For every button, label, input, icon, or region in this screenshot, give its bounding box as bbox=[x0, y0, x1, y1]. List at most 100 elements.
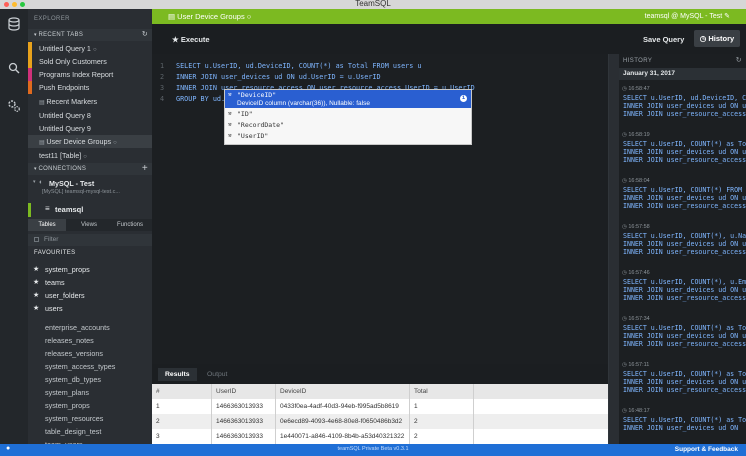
autocomplete-label: "UserID" bbox=[237, 132, 269, 140]
autocomplete-option[interactable]: ⚒ "UserID" bbox=[225, 131, 471, 141]
recent-tab-item[interactable]: ▤ Recent Markers bbox=[28, 95, 152, 108]
history-time-label: 16:48:17 bbox=[628, 408, 650, 414]
filter-checkbox[interactable] bbox=[34, 237, 39, 242]
table-cell: 1e440071-a846-4109-8b4b-a53d40321322 bbox=[276, 429, 410, 444]
history-entry[interactable]: ◷ 16:57:46 SELECT u.UserID, COUNT(*), u.… bbox=[619, 268, 746, 302]
history-time: ◷ 16:48:17 bbox=[622, 408, 650, 414]
history-time-label: 16:57:34 bbox=[628, 316, 650, 322]
table-item[interactable]: releases_notes bbox=[28, 334, 152, 347]
recent-tab-item[interactable]: Untitled Query 9 bbox=[28, 122, 152, 135]
recent-tab-item[interactable]: Push Endpoints bbox=[28, 81, 152, 94]
autocomplete-option[interactable]: ⚒ "ID" bbox=[225, 109, 471, 119]
column-header[interactable]: UserID bbox=[212, 384, 276, 399]
history-entry[interactable]: ◷ 16:58:19 SELECT u.UserID, COUNT(*) as … bbox=[619, 130, 746, 164]
history-button[interactable]: ◷ History bbox=[694, 30, 740, 47]
main-panel: ▤ User Device Groups ○ teamsql @ MySQL -… bbox=[152, 9, 746, 444]
recent-tab-label: Recent Markers bbox=[46, 97, 98, 106]
favourite-item[interactable]: ★ system_props bbox=[28, 263, 152, 276]
code-line: INNER JOIN user_devices ud ON ud.UserID … bbox=[176, 73, 381, 81]
history-time: ◷ 16:58:04 bbox=[622, 178, 650, 184]
recent-tab-item[interactable]: test11 [Table] ○ bbox=[28, 149, 152, 162]
tab-tables[interactable]: Tables bbox=[28, 219, 66, 231]
history-line: SELECT u.UserID, COUNT(*) as Tot bbox=[623, 140, 746, 148]
code-line: SELECT u.UserID, ud.DeviceID, COUNT(*) a… bbox=[176, 62, 422, 70]
autocomplete-option[interactable]: ⚒ "RecordDate" bbox=[225, 120, 471, 130]
favourite-item[interactable]: ★ teams bbox=[28, 276, 152, 289]
favourite-label: system_props bbox=[45, 265, 90, 274]
table-item[interactable]: system_db_types bbox=[28, 373, 152, 386]
database-icon[interactable] bbox=[5, 15, 23, 33]
execute-button[interactable]: ★ Execute bbox=[172, 35, 210, 44]
refresh-icon[interactable]: ↻ bbox=[142, 29, 148, 41]
sql-editor[interactable]: 1 SELECT u.UserID, ud.DeviceID, COUNT(*)… bbox=[152, 54, 608, 364]
history-entry[interactable]: ◷ 16:57:34 SELECT u.UserID, COUNT(*) as … bbox=[619, 314, 746, 348]
history-line: SELECT u.UserID, ud.DeviceID, CO bbox=[623, 94, 746, 102]
table-item[interactable]: enterprise_accounts bbox=[28, 321, 152, 334]
history-entry[interactable]: ◷ 16:58:47 SELECT u.UserID, ud.DeviceID,… bbox=[619, 84, 746, 118]
history-time: ◷ 16:58:47 bbox=[622, 86, 650, 92]
autocomplete-option-selected[interactable]: ⚒ "DeviceID" DeviceID column (varchar(36… bbox=[225, 90, 471, 108]
table-item[interactable]: system_plans bbox=[28, 386, 152, 399]
recent-tab-item[interactable]: Sold Only Customers bbox=[28, 55, 152, 68]
history-time-label: 16:58:19 bbox=[628, 132, 650, 138]
connection-detail: [MySQL] teamsql-mysql-test.c... bbox=[42, 189, 120, 195]
table-item[interactable]: system_props bbox=[28, 399, 152, 412]
active-editor-tab[interactable]: ▤ User Device Groups ○ bbox=[168, 12, 251, 21]
tab-results[interactable]: Results bbox=[158, 368, 197, 381]
info-icon[interactable]: i bbox=[460, 95, 467, 102]
autocomplete-label: "RecordDate" bbox=[237, 121, 284, 129]
connection-user-label: teamsql @ MySQL - Test bbox=[644, 13, 723, 20]
recent-tabs-header[interactable]: ▾ RECENT TABS ↻ bbox=[28, 29, 152, 41]
window-titlebar: TeamSQL bbox=[0, 0, 746, 9]
history-entry[interactable]: ◷ 16:57:11 SELECT u.UserID, COUNT(*) as … bbox=[619, 360, 746, 394]
recent-tab-item[interactable]: Untitled Query 1 ○ bbox=[28, 42, 152, 55]
gear-icon[interactable] bbox=[5, 97, 23, 115]
table-item[interactable]: table_design_test bbox=[28, 425, 152, 438]
filter-field[interactable]: Filter bbox=[28, 234, 152, 246]
table-item[interactable]: releases_versions bbox=[28, 347, 152, 360]
editor-toolbar: ★ Execute Save Query ◷ History bbox=[152, 24, 746, 54]
schema-item[interactable]: ≡ teamsql bbox=[28, 203, 152, 217]
star-icon: ★ bbox=[33, 305, 40, 312]
search-icon[interactable] bbox=[5, 59, 23, 77]
recent-tab-item[interactable]: Programs Index Report bbox=[28, 68, 152, 81]
favourite-label: teams bbox=[45, 278, 65, 287]
tab-views[interactable]: Views bbox=[72, 219, 106, 231]
history-entry[interactable]: ◷ 16:48:17 SELECT u.UserID, COUNT(*) as … bbox=[619, 406, 746, 432]
recent-tab-label: Programs Index Report bbox=[39, 70, 114, 79]
tab-functions[interactable]: Functions bbox=[110, 219, 150, 231]
refresh-icon[interactable]: ↻ bbox=[736, 54, 742, 68]
connections-header[interactable]: ▾ CONNECTIONS + bbox=[28, 163, 152, 175]
table-item[interactable]: system_resources bbox=[28, 412, 152, 425]
table-item[interactable]: system_access_types bbox=[28, 360, 152, 373]
history-entry[interactable]: ◷ 16:57:58 SELECT u.UserID, COUNT(*), u.… bbox=[619, 222, 746, 256]
add-connection-icon[interactable]: + bbox=[142, 163, 148, 174]
favourite-item[interactable]: ★ user_folders bbox=[28, 289, 152, 302]
recent-tab-item[interactable]: Untitled Query 8 bbox=[28, 109, 152, 122]
column-header[interactable]: DeviceID bbox=[276, 384, 410, 399]
connections-title: CONNECTIONS bbox=[38, 166, 87, 172]
save-query-button[interactable]: Save Query bbox=[643, 35, 684, 44]
history-scrollbar[interactable] bbox=[609, 54, 619, 444]
table-cell: 2 bbox=[410, 414, 474, 429]
column-header[interactable]: Total bbox=[410, 384, 474, 399]
column-header[interactable]: # bbox=[152, 384, 212, 399]
support-feedback-link[interactable]: Support & Feedback bbox=[675, 446, 738, 453]
pin-icon[interactable]: ✎ bbox=[724, 13, 730, 20]
recent-tab-item-active[interactable]: ▤ User Device Groups ○ bbox=[28, 135, 152, 148]
star-icon: ★ bbox=[33, 266, 40, 273]
table-cell: 1466363013933 bbox=[212, 414, 276, 429]
table-row[interactable]: 2 1466363013933 0e6ecd89-4093-4e68-80e8-… bbox=[152, 414, 608, 429]
history-entry[interactable]: ◷ 16:58:04 SELECT u.UserID, COUNT(*) FRO… bbox=[619, 176, 746, 210]
table-row[interactable]: 1 1466363013933 0433f0ea-4adf-40d3-94eb-… bbox=[152, 399, 608, 414]
recent-tab-label: test11 [Table] bbox=[39, 151, 82, 160]
status-bar: ● teamSQL Private Beta v0.3.1 Support & … bbox=[0, 444, 746, 456]
history-line: INNER JOIN user_resource_access bbox=[623, 110, 746, 118]
favourite-item[interactable]: ★ users bbox=[28, 302, 152, 315]
chevron-down-icon: ▾ bbox=[33, 179, 36, 185]
tab-output[interactable]: Output bbox=[200, 368, 234, 381]
table-cell: 1466363013933 bbox=[212, 399, 276, 414]
table-row[interactable]: 3 1466363013933 1e440071-a846-4109-8b4b-… bbox=[152, 429, 608, 444]
recent-tab-label: User Device Groups bbox=[46, 137, 112, 146]
connection-item[interactable]: ▾ ◐ MySQL - Test [MySQL] teamsql-mysql-t… bbox=[28, 178, 152, 202]
